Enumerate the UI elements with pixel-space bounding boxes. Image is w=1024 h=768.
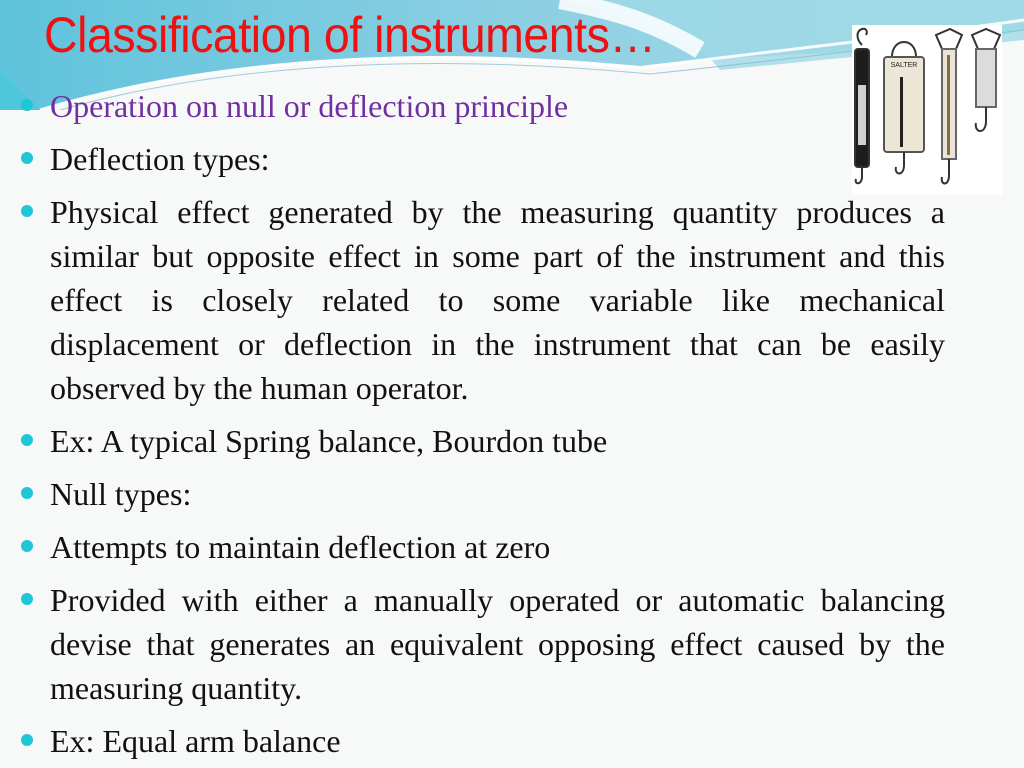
bullet-item: Physical effect generated by the measuri… — [0, 190, 945, 410]
bullet-text: Physical effect generated by the measuri… — [50, 194, 945, 406]
bullet-text: Ex: Equal arm balance — [50, 723, 341, 759]
bullet-dot-icon — [21, 734, 33, 746]
bullet-item: Ex: A typical Spring balance, Bourdon tu… — [0, 419, 945, 463]
bullet-dot-icon — [21, 152, 33, 164]
bullet-list: Operation on null or deflection principl… — [0, 84, 960, 763]
bullet-text: Deflection types: — [50, 141, 270, 177]
bullet-text: Null types: — [50, 476, 192, 512]
bullet-item: Null types: — [0, 472, 945, 516]
salter-label: SALTER — [891, 62, 918, 69]
bullet-dot-icon — [21, 205, 33, 217]
bullet-text: Provided with either a manually operated… — [50, 582, 945, 706]
bullet-dot-icon — [21, 434, 33, 446]
bullet-dot-icon — [21, 487, 33, 499]
bullet-item: Operation on null or deflection principl… — [0, 84, 945, 128]
bullet-item: Attempts to maintain deflection at zero — [0, 525, 945, 569]
bullet-dot-icon — [21, 593, 33, 605]
slide-title: Classification of instruments… — [44, 7, 656, 63]
bullet-item: Ex: Equal arm balance — [0, 719, 945, 763]
bullet-dot-icon — [21, 540, 33, 552]
bullet-text: Operation on null or deflection principl… — [50, 88, 569, 124]
bullet-text: Attempts to maintain deflection at zero — [50, 529, 551, 565]
bullet-item: Provided with either a manually operated… — [0, 578, 945, 710]
bullet-item: Deflection types: — [0, 137, 945, 181]
bullet-dot-icon — [21, 99, 33, 111]
bullet-text: Ex: A typical Spring balance, Bourdon tu… — [50, 423, 608, 459]
